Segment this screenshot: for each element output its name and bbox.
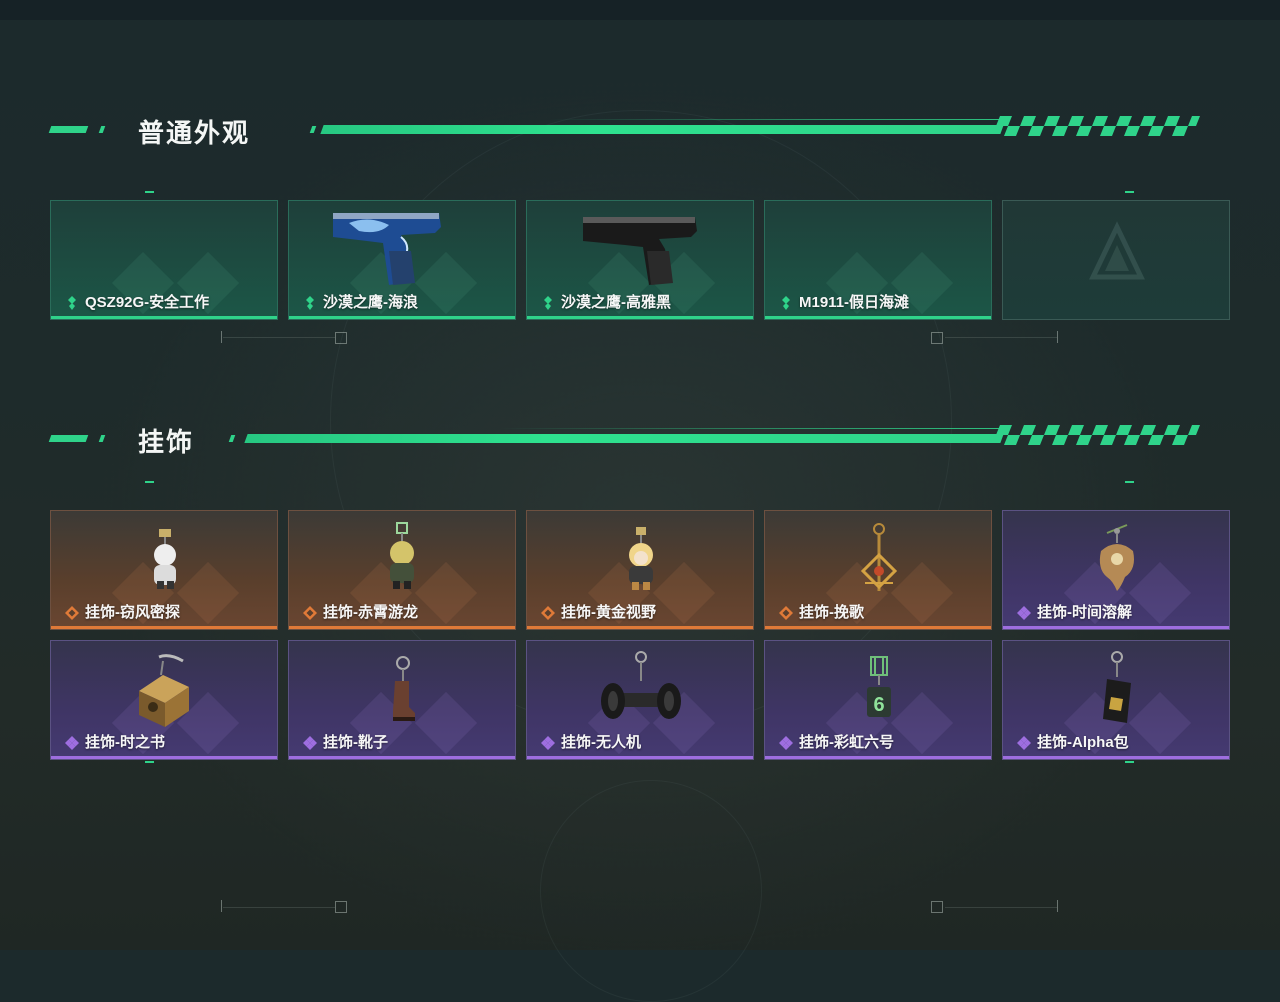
- header-progress-line: [244, 434, 1004, 443]
- rarity-orange-icon: [65, 606, 79, 620]
- rarity-purple-icon: [1017, 736, 1031, 750]
- bg-hud-line-left-top: [223, 337, 335, 338]
- header-progress-line: [320, 125, 1004, 134]
- svg-text:6: 6: [873, 694, 884, 716]
- card-label: 沙漠之鹰-高雅黑: [561, 294, 671, 311]
- rarity-purple-icon: [779, 736, 793, 750]
- header-accent-bar: [48, 126, 89, 133]
- charm-card-book-of-time[interactable]: 挂饰-时之书: [50, 640, 278, 760]
- charm-card-drone[interactable]: 挂饰-无人机: [526, 640, 754, 760]
- bg-ring-small: [540, 780, 762, 1002]
- bg-hud-square-3: [335, 901, 347, 913]
- card-label: QSZ92G-安全工作: [85, 294, 210, 311]
- bg-green-dash-4: [1125, 481, 1134, 483]
- charm-card-elegy[interactable]: 挂饰-挽歌: [764, 510, 992, 630]
- bg-hud-line-right-top: [945, 337, 1057, 338]
- card-label: 沙漠之鹰-海浪: [323, 294, 418, 311]
- card-label: 挂饰-赤霄游龙: [323, 604, 418, 621]
- rarity-bar: [51, 626, 277, 629]
- rarity-bar: [765, 316, 991, 319]
- bg-hud-line-right-bottom: [945, 907, 1057, 908]
- card-label: 挂饰-挽歌: [799, 604, 864, 621]
- rarity-purple-icon: [65, 736, 79, 750]
- card-label: 挂饰-时间溶解: [1037, 604, 1132, 621]
- header-thin-line: [500, 428, 1000, 429]
- skin-card-empty-slot[interactable]: [1002, 200, 1230, 320]
- charm-card-alpha-bag[interactable]: 挂饰-Alpha包: [1002, 640, 1230, 760]
- header-accent-tick: [98, 126, 106, 133]
- charm-card-red-dragon[interactable]: 挂饰-赤霄游龙: [288, 510, 516, 630]
- rarity-orange-icon: [779, 606, 793, 620]
- rarity-bar: [527, 626, 753, 629]
- rarity-green-icon: [544, 296, 552, 310]
- header-accent-bar: [48, 435, 89, 442]
- card-label: M1911-假日海滩: [799, 294, 910, 311]
- card-label: 挂饰-窃风密探: [85, 604, 180, 621]
- section-header-appearance: 普通外观: [48, 115, 1230, 148]
- rarity-purple-icon: [1017, 606, 1031, 620]
- card-label: 挂饰-靴子: [323, 734, 388, 751]
- rarity-bar: [51, 756, 277, 759]
- header-thin-line: [550, 119, 1000, 120]
- rarity-bar: [765, 626, 991, 629]
- section-title-charms: 挂饰: [138, 427, 195, 457]
- charm-card-boots[interactable]: 挂饰-靴子: [288, 640, 516, 760]
- rarity-orange-icon: [541, 606, 555, 620]
- bg-hud-tick-1: [221, 331, 222, 343]
- bg-hud-tick-4: [1057, 900, 1058, 912]
- faded-logo-icon: [1089, 221, 1145, 280]
- section-header-charms: 挂饰: [48, 424, 1230, 457]
- rarity-bar: [1003, 756, 1229, 759]
- rarity-purple-icon: [303, 736, 317, 750]
- rarity-bar: [527, 316, 753, 319]
- card-label: 挂饰-Alpha包: [1037, 734, 1129, 751]
- bg-hud-square-4: [931, 901, 943, 913]
- rarity-green-icon: [306, 296, 314, 310]
- bg-hud-line-left-bottom: [223, 907, 335, 908]
- header-checker-pattern: [996, 425, 1200, 445]
- rarity-green-icon: [68, 296, 76, 310]
- rarity-green-icon: [782, 296, 790, 310]
- rarity-bar: [765, 756, 991, 759]
- card-label: 挂饰-时之书: [85, 734, 165, 751]
- header-accent-tick: [98, 435, 106, 442]
- rarity-bar: [1003, 626, 1229, 629]
- rarity-bar: [289, 626, 515, 629]
- skin-card-qsz92g[interactable]: QSZ92G-安全工作: [50, 200, 278, 320]
- bg-green-dash-3: [145, 481, 154, 483]
- rarity-bar: [289, 316, 515, 319]
- header-checker-pattern: [996, 116, 1200, 136]
- rarity-orange-icon: [303, 606, 317, 620]
- skin-card-m1911[interactable]: M1911-假日海滩: [764, 200, 992, 320]
- bg-hud-square-1: [335, 332, 347, 344]
- rarity-bar: [51, 316, 277, 319]
- header-accent-tick-2: [228, 435, 236, 442]
- card-label: 挂饰-无人机: [561, 734, 641, 751]
- rarity-bar: [289, 756, 515, 759]
- bg-hud-tick-3: [221, 900, 222, 912]
- bg-hud-tick-2: [1057, 331, 1058, 343]
- rarity-bar: [527, 756, 753, 759]
- bg-hud-square-2: [931, 332, 943, 344]
- top-strip: [0, 0, 1280, 20]
- bg-green-dash-1: [145, 191, 154, 193]
- rarity-purple-icon: [541, 736, 555, 750]
- charm-card-wind-spy[interactable]: 挂饰-窃风密探: [50, 510, 278, 630]
- card-label: 挂饰-彩虹六号: [799, 734, 894, 751]
- charm-card-rainbow-six[interactable]: 6 挂饰-彩虹六号: [764, 640, 992, 760]
- card-label: 挂饰-黄金视野: [561, 604, 656, 621]
- bg-green-dash-6: [1125, 761, 1134, 763]
- skin-card-desert-eagle-black[interactable]: 沙漠之鹰-高雅黑: [526, 200, 754, 320]
- bg-green-dash-5: [145, 761, 154, 763]
- charm-card-golden-vision[interactable]: 挂饰-黄金视野: [526, 510, 754, 630]
- charm-card-time-melt[interactable]: 挂饰-时间溶解: [1002, 510, 1230, 630]
- header-accent-tick-2: [309, 126, 317, 133]
- section-title-appearance: 普通外观: [138, 118, 251, 148]
- skin-card-desert-eagle-wave[interactable]: 沙漠之鹰-海浪: [288, 200, 516, 320]
- bg-green-dash-2: [1125, 191, 1134, 193]
